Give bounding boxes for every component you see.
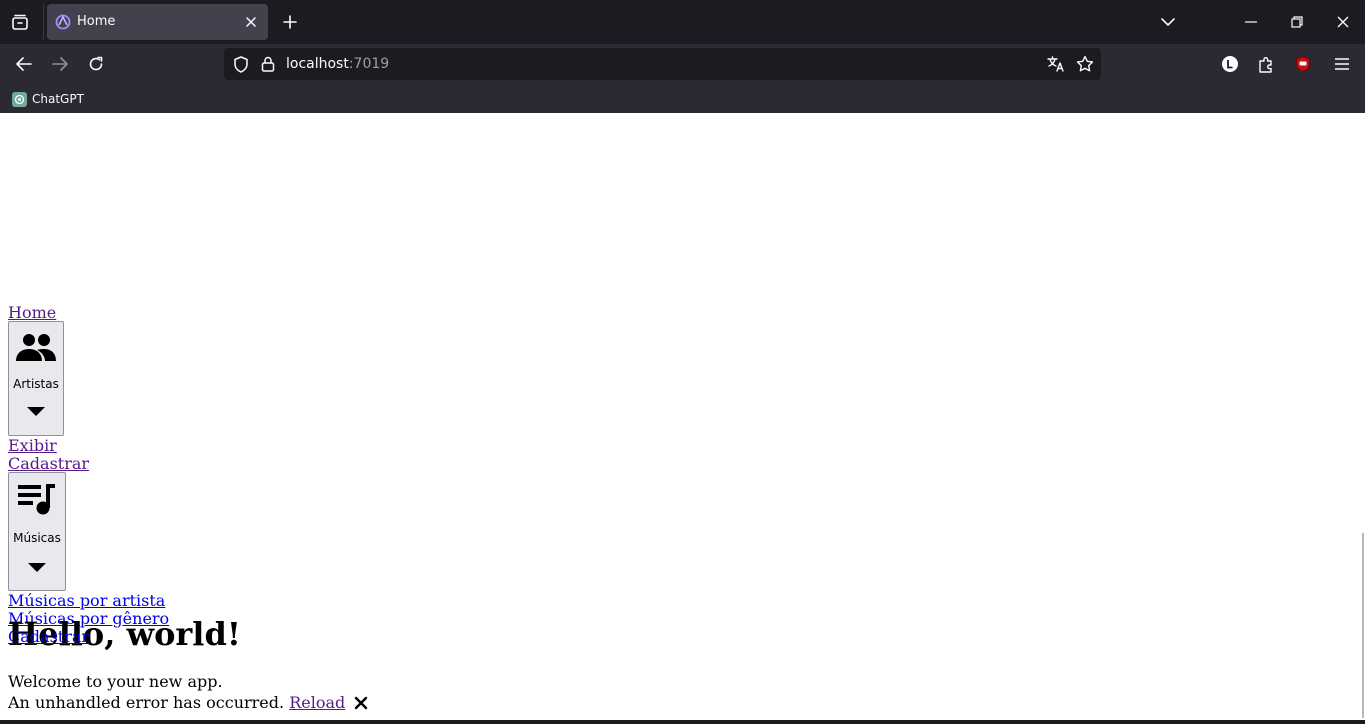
app-menu-hamburger-icon[interactable]: [1332, 54, 1352, 74]
close-icon[interactable]: [354, 696, 368, 714]
restore-window-icon[interactable]: [1287, 12, 1307, 32]
minimize-window-icon[interactable]: [1241, 12, 1261, 32]
caret-down-icon: [27, 405, 45, 420]
url-host: localhost: [286, 56, 349, 72]
translate-icon[interactable]: [1046, 54, 1066, 74]
tracking-shield-icon[interactable]: [231, 54, 251, 74]
forward-arrow-icon[interactable]: [50, 54, 70, 74]
tab-title: Home: [77, 14, 116, 29]
songs-label: Músicas: [13, 531, 61, 545]
tab-overview-icon[interactable]: [10, 12, 30, 32]
blazor-favicon-icon: [55, 14, 71, 30]
close-window-icon[interactable]: [1333, 12, 1353, 32]
lock-icon[interactable]: [258, 54, 278, 74]
blazor-error-ui: An unhandled error has occurred. Reload: [8, 694, 368, 714]
ublock-origin-icon[interactable]: [1293, 54, 1313, 74]
songs-dropdown-button[interactable]: Músicas: [8, 472, 66, 591]
back-arrow-icon[interactable]: [14, 54, 34, 74]
error-message: An unhandled error has occurred.: [8, 693, 285, 712]
nav-link-musicas-por-artista[interactable]: Músicas por artista: [8, 592, 165, 610]
nav-link-exibir-artistas[interactable]: Exibir: [8, 437, 57, 455]
account-avatar-icon[interactable]: [1220, 54, 1240, 74]
close-tab-icon[interactable]: [243, 14, 259, 30]
reload-link[interactable]: Reload: [289, 693, 345, 712]
caret-down-icon: [28, 561, 46, 576]
tab-strip: Home: [0, 0, 1365, 44]
welcome-text: Welcome to your new app.: [8, 672, 223, 691]
nav-link-cadastrar-artista[interactable]: Cadastrar: [8, 455, 89, 473]
list-tabs-chevron-icon[interactable]: [1158, 12, 1178, 32]
bookmark-label: ChatGPT: [32, 92, 84, 106]
window-bottom-border: [0, 720, 1365, 724]
browser-chrome: Home localhost:7019 ChatGPT: [0, 0, 1365, 113]
url-port: :7019: [348, 56, 390, 72]
nav-link-home[interactable]: Home: [8, 304, 56, 322]
reload-page-icon[interactable]: [86, 54, 106, 74]
people-icon: [15, 332, 57, 366]
artists-dropdown-button[interactable]: Artistas: [8, 321, 64, 436]
extensions-puzzle-icon[interactable]: [1256, 54, 1276, 74]
navigation-toolbar: localhost:7019: [0, 44, 1365, 84]
queue-music-icon: [17, 483, 57, 519]
new-tab-icon[interactable]: [280, 12, 300, 32]
chatgpt-logo-icon: [12, 91, 27, 107]
bookmark-chatgpt[interactable]: ChatGPT: [12, 90, 84, 108]
vertical-scrollbar[interactable]: [1362, 533, 1364, 718]
page-content: Home Artistas Exibir Cadastrar Músicas M…: [0, 113, 1365, 720]
tab-separator: [43, 4, 44, 40]
nav-link-cadastrar-musica[interactable]: Cadastrar: [8, 628, 89, 646]
tab-home[interactable]: Home: [47, 4, 268, 40]
url-text[interactable]: localhost:7019: [286, 56, 389, 72]
artists-label: Artistas: [13, 377, 59, 391]
url-bar[interactable]: localhost:7019: [224, 48, 1101, 80]
bookmarks-toolbar: ChatGPT: [0, 84, 1365, 113]
bookmark-star-icon[interactable]: [1075, 54, 1095, 74]
